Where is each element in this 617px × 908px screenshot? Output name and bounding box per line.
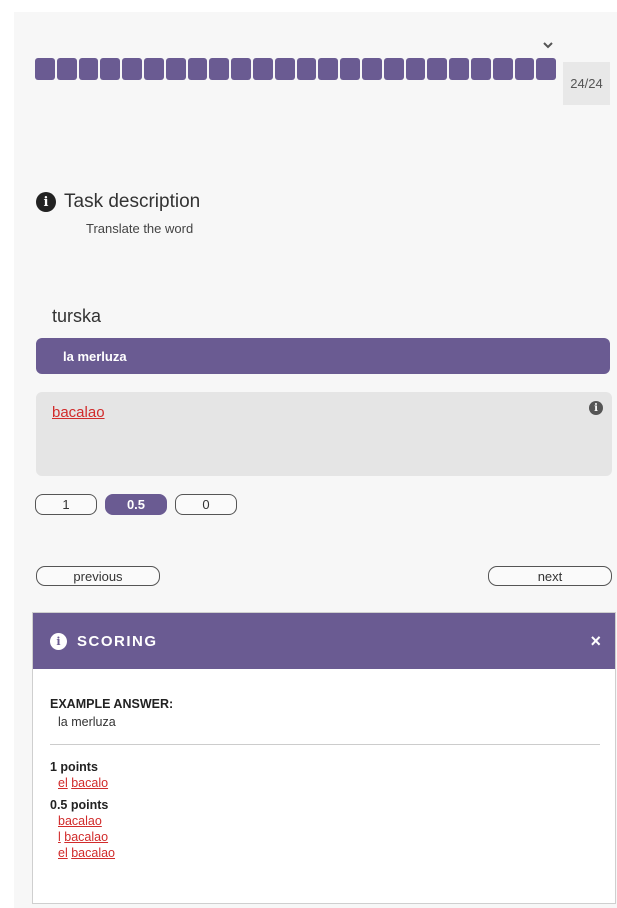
chevron-down-icon[interactable] [543,42,555,52]
progress-segment[interactable] [56,58,77,80]
progress-bar[interactable] [35,58,557,80]
progress-segment[interactable] [274,58,295,80]
accepted-answer: el bacalao [58,846,599,860]
accepted-answer: bacalao [58,814,599,828]
progress-segment[interactable] [405,58,426,80]
info-icon: i [36,192,56,212]
accepted-answer-word: bacalo [71,776,109,790]
next-button[interactable]: next [488,566,612,586]
progress-segment[interactable] [361,58,382,80]
accepted-answer-word: l [58,830,61,844]
progress-segment[interactable] [427,58,448,80]
progress-segment[interactable] [35,58,55,80]
task-description: Translate the word [86,221,194,236]
accepted-answer-word: el [58,776,68,790]
progress-segment[interactable] [143,58,164,80]
divider [50,744,600,745]
progress-segment[interactable] [122,58,142,80]
scoring-body: EXAMPLE ANSWER: la merluza 1 points el ba… [33,669,615,860]
score-button[interactable]: 1 [35,494,97,515]
points-label: 1 points [50,760,98,774]
accepted-answer-word: bacalao [64,830,109,844]
progress-segment[interactable] [231,58,251,80]
score-button[interactable]: 0 [175,494,237,515]
progress-segment[interactable] [449,58,469,80]
progress-segment[interactable] [492,58,513,80]
user-answer-box: bacalao i [36,392,612,476]
progress-segment[interactable] [536,58,557,80]
close-icon[interactable]: × [590,631,601,652]
accepted-answer-word: bacalao [58,814,102,828]
scoring-title: SCORING [77,632,158,650]
progress-segment[interactable] [318,58,339,80]
score-button[interactable]: 0.5 [105,494,167,515]
progress-segment[interactable] [252,58,273,80]
task-title: Task description [64,191,201,212]
example-answer-label: EXAMPLE ANSWER: [50,697,174,711]
score-selector: 1 0.5 0 [35,494,237,515]
progress-segment[interactable] [78,58,99,80]
scoring-panel: i SCORING × EXAMPLE ANSWER: la merluza 1… [32,612,616,904]
info-icon: i [50,632,67,650]
task-header: i Task description [36,191,200,213]
accepted-answer: el bacalo [58,776,599,790]
progress-segment[interactable] [296,58,317,80]
question-word: turska [52,306,102,326]
accepted-answer-word: bacalao [71,846,116,860]
info-icon[interactable]: i [589,401,603,415]
progress-segment[interactable] [100,58,121,80]
progress-segment[interactable] [165,58,186,80]
progress-segment[interactable] [187,58,208,80]
correct-answer-bar: la merluza [36,338,610,374]
progress-segment[interactable] [383,58,404,80]
progress-segment[interactable] [209,58,230,80]
points-label: 0.5 points [50,798,109,812]
user-answer-text: bacalao [52,404,105,421]
progress-segment[interactable] [340,58,360,80]
accepted-answer-word: el [58,846,68,860]
accepted-answer: l bacalao [58,830,599,844]
previous-button[interactable]: previous [36,566,160,586]
scoring-header: i SCORING × [33,613,615,669]
progress-segment[interactable] [514,58,535,80]
progress-counter: 24/24 [563,62,610,105]
example-answer-value: la merluza [58,715,116,729]
progress-segment[interactable] [470,58,491,80]
correct-answer-text: la merluza [63,348,127,364]
